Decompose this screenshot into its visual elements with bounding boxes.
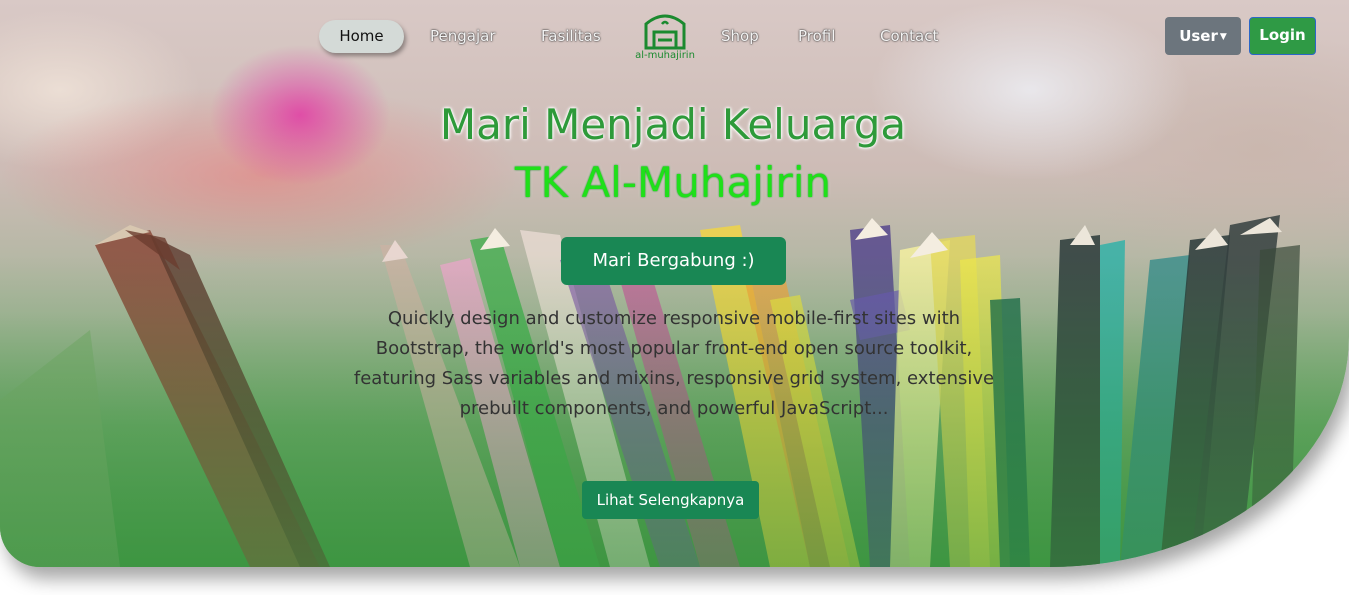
read-more-button[interactable]: Lihat Selengkapnya [582, 481, 759, 519]
brand-logo[interactable]: al-muhajirin [628, 10, 702, 65]
nav-profil[interactable]: Profil [798, 20, 835, 53]
nav-shop[interactable]: Shop [721, 20, 759, 53]
mosque-logo-icon [644, 14, 686, 50]
brand-logo-text: al-muhajirin [635, 50, 695, 61]
user-dropdown-button[interactable]: User ▼ [1165, 17, 1241, 55]
join-button[interactable]: Mari Bergabung :) [561, 237, 786, 285]
hero-description: Quickly design and customize responsive … [353, 308, 995, 419]
login-button[interactable]: Login [1249, 17, 1316, 55]
hero-headline-line1: Mari Menjadi Keluarga [439, 100, 907, 149]
top-navbar: Home Pengajar Fasilitas al-muhajirin Sho… [0, 0, 1349, 70]
nav-pengajar[interactable]: Pengajar [430, 20, 496, 53]
nav-contact[interactable]: Contact [880, 20, 938, 53]
user-button-label: User [1179, 27, 1218, 45]
hero-headline-line2: TK Al-Muhajirin [514, 158, 832, 207]
nav-home[interactable]: Home [319, 20, 404, 53]
nav-fasilitas[interactable]: Fasilitas [541, 20, 601, 53]
caret-down-icon: ▼ [1219, 32, 1227, 42]
